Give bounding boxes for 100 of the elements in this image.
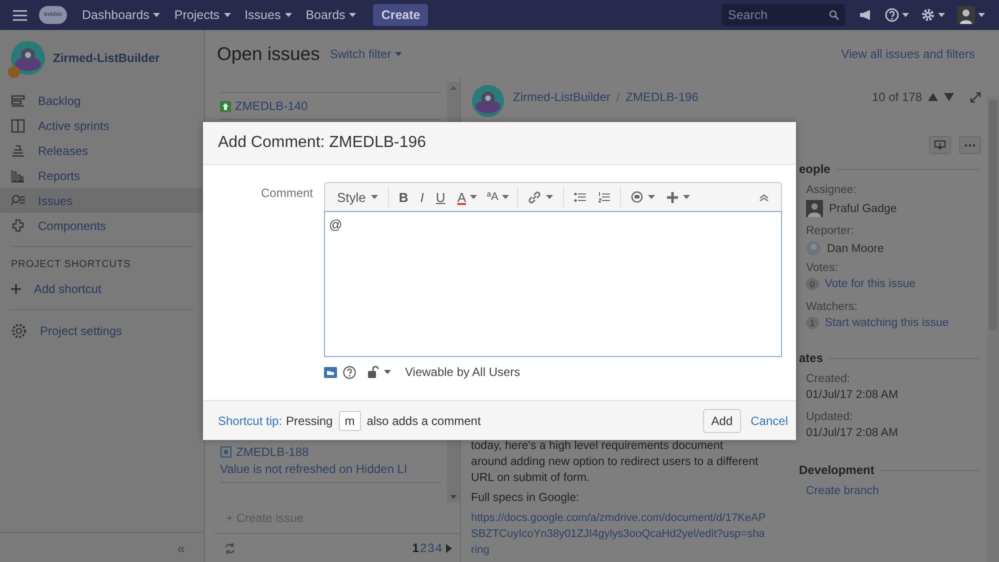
export-button[interactable] (929, 136, 951, 154)
status-badge (8, 66, 20, 78)
section-heading: eople (799, 162, 830, 176)
project-avatar-icon (10, 40, 46, 76)
breadcrumb-link[interactable]: ZMEDLB-196 (626, 90, 698, 104)
issue-key[interactable]: ZMEDLB-188 (220, 445, 441, 459)
page-link[interactable]: 4 (435, 541, 442, 555)
project-name[interactable]: Zirmed-ListBuilder (53, 51, 160, 65)
field-label: Watchers: (806, 301, 858, 313)
caret-icon (502, 195, 510, 199)
caret-icon (370, 195, 378, 199)
add-shortcut-link[interactable]: Add shortcut (0, 276, 204, 301)
breadcrumb-separator: / (616, 90, 620, 104)
page-link[interactable]: 1 (412, 541, 419, 555)
settings-icon (921, 8, 935, 22)
vote-count: 0 (806, 278, 819, 290)
caret-icon (470, 195, 477, 199)
caret-icon (546, 195, 554, 199)
watch-link[interactable]: Start watching this issue (824, 317, 949, 329)
sidebar-item[interactable]: Project settings (0, 318, 204, 343)
page-link[interactable]: 2 (420, 541, 427, 555)
create-button[interactable]: Create (373, 4, 428, 26)
created-date: 01/Jul/17 2:08 AM (806, 389, 900, 401)
description-text: Full specs in Google: (471, 490, 580, 506)
menu-icon[interactable] (13, 10, 27, 20)
breadcrumb-link[interactable]: Zirmed-ListBuilder (513, 90, 610, 104)
dialog-title: Add Comment: ZMEDLB-196 (203, 122, 796, 165)
sidebar-item[interactable]: Issues (0, 188, 204, 213)
sidebar-item[interactable]: Reports (0, 163, 204, 188)
comment-field[interactable]: @ (324, 211, 782, 357)
text-size-button[interactable]: ªA (480, 191, 504, 203)
caret-icon (683, 195, 690, 199)
visibility-text: Viewable by All Users (405, 365, 520, 379)
field-label: Comment (260, 186, 313, 200)
section-heading: PROJECT SHORTCUTS (10, 258, 132, 272)
description-text: today, here's a high level requirements document around adding new option to redirect users to a different URL on submit of form. (471, 438, 759, 486)
next-page-icon[interactable] (446, 544, 452, 552)
cancel-link[interactable]: Cancel (744, 414, 788, 428)
caret-icon (349, 13, 356, 17)
section-heading: Development (799, 463, 874, 477)
assignee-name: Praful Gadge (829, 202, 897, 214)
caret-icon (284, 13, 292, 17)
collapse-button[interactable]: « (171, 538, 191, 556)
tip-text: Pressing (286, 414, 333, 428)
puzzle-icon (11, 218, 25, 232)
field-label: Assignee: (806, 184, 858, 196)
caret-icon (648, 195, 656, 199)
visibility-menu[interactable] (368, 366, 391, 378)
field-label: Updated: (806, 411, 854, 423)
underline-button[interactable]: U (430, 190, 452, 204)
view-all-link[interactable]: View all issues and filters (841, 47, 975, 61)
sidebar-item[interactable]: Active sprints (0, 113, 204, 138)
vote-link[interactable]: Vote for this issue (824, 278, 916, 290)
tip-text: also adds a comment (366, 414, 481, 428)
project-avatar-icon (471, 84, 505, 118)
expand-icon[interactable] (970, 92, 981, 102)
page-link[interactable]: 3 (428, 541, 434, 555)
nav-menu[interactable]: Issues (238, 4, 299, 26)
text-color-button[interactable]: A (451, 190, 472, 204)
more-button[interactable] (959, 136, 981, 154)
sidebar-item[interactable]: Components (0, 213, 204, 238)
nav-menu[interactable]: Boards (298, 4, 364, 26)
switch-filter-menu[interactable]: Switch filter (330, 47, 402, 61)
plus-icon (11, 284, 21, 294)
italic-button[interactable]: I (414, 190, 430, 204)
sidebar-item[interactable]: Backlog (0, 88, 204, 113)
issue-key[interactable]: ZMEDLB-140 (220, 99, 441, 113)
caret-icon (902, 13, 909, 17)
style-menu[interactable]: Style (331, 190, 384, 204)
settings-icon (11, 322, 27, 338)
next-icon[interactable] (944, 93, 954, 101)
link-icon (528, 190, 542, 204)
issue-summary[interactable]: Value is not refreshed on Hidden LI (220, 462, 441, 476)
bar-chart-icon (11, 168, 25, 182)
refresh-icon[interactable] (224, 542, 236, 554)
create-branch-link[interactable]: Create branch (806, 485, 981, 497)
export-icon (934, 140, 946, 150)
nav-menu[interactable]: Dashboards (75, 4, 168, 26)
issue-position: 10 of 178 (872, 90, 922, 104)
avatar-icon (957, 6, 975, 24)
field-label: Created: (806, 373, 852, 385)
sidebar-item[interactable]: Releases (0, 138, 204, 163)
avatar-icon (806, 200, 823, 217)
nav-menu[interactable]: Projects (167, 4, 238, 26)
field-label: Votes: (806, 262, 839, 274)
more-icon (964, 144, 976, 146)
attachment-icon[interactable] (324, 366, 337, 378)
caret-icon (153, 13, 160, 17)
shortcut-tip-link[interactable]: Shortcut tip: (218, 414, 282, 428)
search-field[interactable]: Search (722, 4, 845, 26)
bold-button[interactable]: B (392, 190, 414, 204)
caret-icon (978, 13, 985, 17)
caret-icon (938, 13, 945, 17)
help-icon[interactable] (343, 366, 356, 378)
add-button[interactable]: Add (703, 408, 741, 432)
backlog-icon (11, 94, 25, 108)
plus-icon (667, 192, 678, 202)
document-link[interactable]: https://docs.google.com/a/zmdrive.com/document/d/17KeAPSBZTCuyIcoYn38y01ZJI4gylys3ooQcaHd2yel/edit?usp=sharing (471, 510, 767, 558)
previous-icon[interactable] (928, 93, 938, 101)
section-heading: ates (799, 351, 824, 365)
